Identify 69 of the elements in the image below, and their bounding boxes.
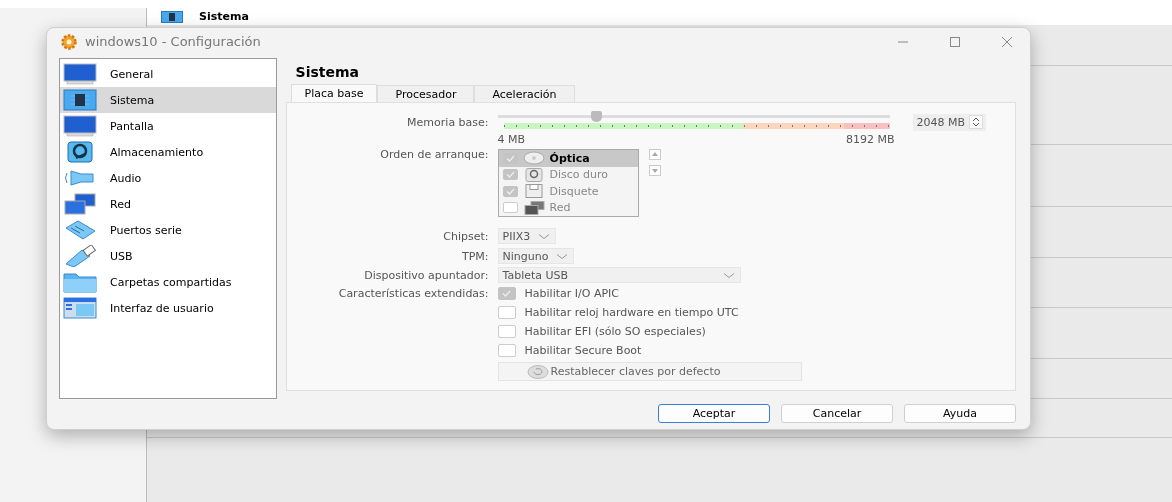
sidebar-item[interactable]: Sistema (60, 87, 276, 113)
monitor-icon (63, 115, 97, 137)
tab[interactable]: Procesador (377, 85, 475, 102)
chevron-down-icon (722, 271, 735, 279)
tab[interactable]: Placa base (290, 84, 378, 102)
dialog-button[interactable]: Ayuda (904, 404, 1016, 423)
dialog-button[interactable]: Cancelar (781, 404, 893, 423)
down-arrow-icon (650, 167, 659, 174)
sidebar-item[interactable]: Interfaz de usuario (60, 295, 276, 321)
sidebar-item[interactable]: General (60, 61, 276, 87)
sidebar-item[interactable]: USB (60, 243, 276, 269)
checkbox-option[interactable]: Habilitar Secure Boot (497, 341, 642, 360)
field-label: TPM: (461, 249, 489, 263)
checkbox[interactable] (502, 185, 518, 197)
reset-keys-button[interactable]: Restablecer claves por defecto (497, 362, 802, 381)
checkbox-option[interactable]: Habilitar reloj hardware en tiempo UTC (497, 303, 739, 322)
chevron-down-icon (538, 232, 551, 240)
chevron-down-icon (556, 252, 569, 260)
usb-icon (63, 245, 97, 267)
memory-spinbox[interactable]: 2048 MB (912, 113, 987, 131)
floppy-icon (522, 184, 545, 199)
window-title: windows10 - Configuración (85, 34, 261, 49)
folder-icon (63, 271, 97, 293)
chip-icon (63, 89, 97, 111)
checkbox[interactable] (502, 202, 518, 214)
sidebar-item[interactable]: Puertos serie (60, 217, 276, 243)
sidebar-item[interactable]: Carpetas compartidas (60, 269, 276, 295)
field-label: Dispositivo apuntador: (363, 268, 489, 282)
scale-label: 4 MB (497, 133, 526, 146)
field-label: Chipset: (442, 229, 489, 243)
chip-icon (161, 10, 183, 23)
disc-icon (522, 151, 545, 166)
monitor-icon (63, 63, 97, 85)
boot-device-item[interactable]: Óptica (498, 150, 638, 167)
speaker-icon (63, 167, 97, 189)
slider-thumb[interactable] (590, 111, 602, 122)
boot-order-list[interactable]: Óptica Disco duro Disquete Red (497, 149, 639, 217)
dropdown[interactable]: Ninguno (497, 248, 575, 264)
serial-port-icon (63, 219, 97, 241)
sidebar-item[interactable]: Pantalla (60, 113, 276, 139)
checkbox-option[interactable]: Habilitar EFI (sólo SO especiales) (497, 322, 706, 341)
move-down-button[interactable] (648, 165, 661, 176)
sidebar-item[interactable]: Almacenamiento (60, 139, 276, 165)
checkbox-option[interactable]: Habilitar I/O APIC (497, 284, 619, 303)
dropdown[interactable]: PIIX3 (497, 228, 557, 244)
section-title: Sistema (199, 10, 249, 23)
move-up-button[interactable] (648, 149, 661, 160)
page-title: Sistema (294, 63, 360, 82)
close-icon (1001, 35, 1013, 48)
window-icon (63, 297, 97, 319)
spinner-arrows-icon (969, 115, 984, 129)
maximize-icon (949, 35, 961, 48)
dropdown[interactable]: Tableta USB (497, 267, 741, 283)
scale-label: 8192 MB (846, 133, 895, 146)
network-icon (522, 200, 545, 215)
tab[interactable]: Aceleración (474, 85, 575, 102)
field-label: Memoria base: (406, 115, 489, 129)
network-icon (63, 193, 97, 215)
checkbox[interactable] (502, 152, 518, 164)
dialog-button[interactable]: Aceptar (658, 404, 770, 423)
gear-icon (59, 33, 79, 50)
sidebar-item[interactable]: Red (60, 191, 276, 217)
refresh-icon (526, 364, 549, 379)
field-label: Orden de arranque: (379, 148, 489, 161)
checkbox[interactable] (502, 169, 518, 181)
check-icon (502, 290, 512, 297)
up-arrow-icon (650, 151, 659, 158)
field-label: Características extendidas: (337, 287, 489, 300)
sidebar-item[interactable]: Audio (60, 165, 276, 191)
